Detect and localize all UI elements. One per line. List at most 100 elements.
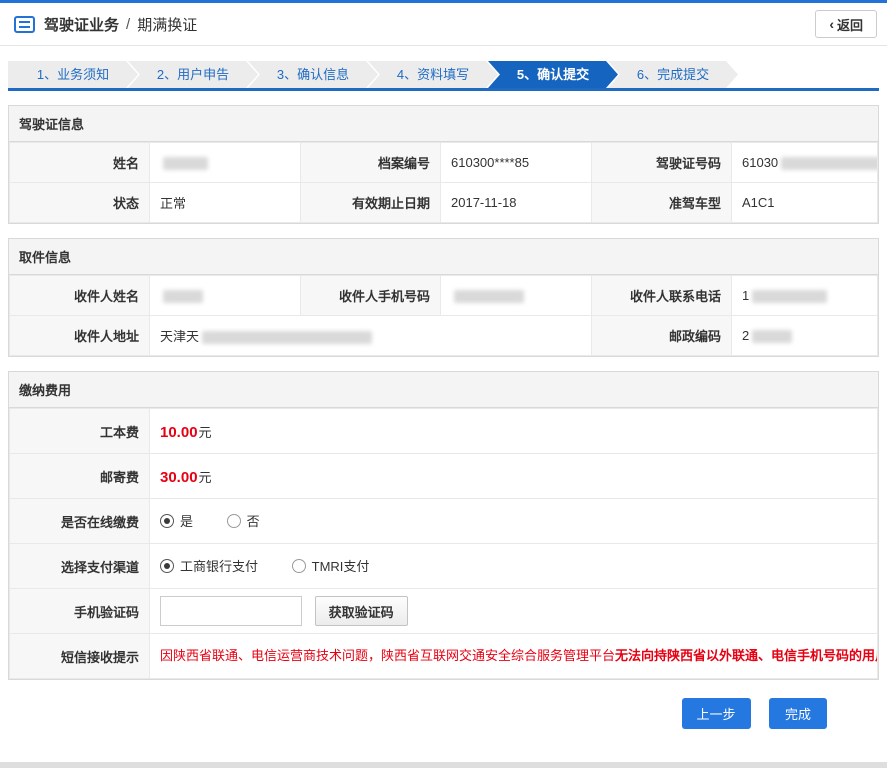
field-value-mailing-fee: 30.00元 — [149, 453, 878, 499]
table-row: 短信接收提示 因陕西省联通、电信运营商技术问题，陕西省互联网交通安全综合服务管理… — [9, 633, 878, 679]
table-row: 收件人姓名 收件人手机号码 收件人联系电话 1 — [9, 275, 878, 316]
table-row: 选择支付渠道 工商银行支付 TMRI支付 — [9, 543, 878, 589]
field-label-online-payment: 是否在线缴费 — [9, 498, 150, 544]
radio-option-icbc[interactable]: 工商银行支付 — [160, 556, 258, 575]
back-button-label: 返回 — [836, 17, 863, 33]
value-prefix: 2 — [742, 327, 750, 343]
value-prefix: 61030 — [742, 154, 779, 170]
field-label-sms-code: 手机验证码 — [9, 588, 150, 634]
field-value-file-number: 610300****85 — [440, 142, 592, 183]
field-value-vehicle-class: A1C1 — [731, 182, 878, 223]
production-fee-amount: 10.00 — [160, 423, 198, 441]
field-label-vehicle-class: 准驾车型 — [591, 182, 732, 223]
field-label-production-fee: 工本费 — [9, 408, 150, 454]
previous-step-button[interactable]: 上一步 — [681, 698, 751, 729]
redacted-value — [202, 331, 373, 345]
table-row: 工本费 10.00元 — [9, 408, 878, 454]
pickup-info-title: 取件信息 — [9, 239, 878, 275]
field-value-recipient-address: 天津天 — [149, 315, 592, 356]
field-label-name: 姓名 — [9, 142, 150, 183]
pickup-info-table: 收件人姓名 收件人手机号码 收件人联系电话 1 收件人地址 天津天 邮政编码 2 — [9, 275, 878, 356]
field-label-status: 状态 — [9, 182, 150, 223]
breadcrumb: 驾驶证业务 / 期满换证 — [14, 14, 197, 35]
value-prefix: 1 — [742, 287, 750, 303]
pickup-info-section: 取件信息 收件人姓名 收件人手机号码 收件人联系电话 1 收件人地址 天津天 邮… — [8, 238, 879, 357]
fees-title: 缴纳费用 — [9, 372, 878, 408]
redacted-value — [752, 290, 828, 304]
get-code-button[interactable]: 获取验证码 — [314, 596, 408, 626]
radio-label-icbc: 工商银行支付 — [180, 559, 259, 575]
field-label-recipient-address: 收件人地址 — [9, 315, 150, 356]
page-title: 驾驶证业务 — [44, 16, 120, 34]
radio-option-yes[interactable]: 是 — [160, 511, 193, 530]
main-content: 驾驶证信息 姓名 档案编号 610300****85 驾驶证号码 61030 状… — [0, 105, 887, 729]
step-tab-4[interactable]: 4、资料填写 — [368, 61, 498, 88]
table-row: 姓名 档案编号 610300****85 驾驶证号码 61030 — [9, 142, 878, 183]
field-label-license-number: 驾驶证号码 — [591, 142, 732, 183]
sms-code-input[interactable] — [160, 596, 302, 626]
redacted-value — [163, 157, 208, 171]
footer-strip — [0, 762, 887, 768]
back-chevron-icon: ‹ — [829, 16, 834, 32]
notice-text-part1: 因陕西省联通、电信运营商技术问题，陕西省互联网交通安全综合服务管理平台 — [160, 648, 616, 664]
field-label-sms-notice: 短信接收提示 — [9, 633, 150, 679]
table-row: 邮寄费 30.00元 — [9, 453, 878, 499]
table-row: 收件人地址 天津天 邮政编码 2 — [9, 315, 878, 356]
radio-label-no: 否 — [246, 514, 260, 530]
field-label-mailing-fee: 邮寄费 — [9, 453, 150, 499]
field-label-file-number: 档案编号 — [300, 142, 441, 183]
redacted-value — [781, 157, 877, 171]
online-payment-options: 是 否 — [149, 498, 878, 544]
step-tab-3[interactable]: 3、确认信息 — [248, 61, 378, 88]
field-value-postal-code: 2 — [731, 315, 878, 356]
radio-unchecked-icon — [226, 513, 241, 528]
mailing-fee-amount: 30.00 — [160, 468, 198, 486]
field-value-recipient-mobile — [440, 275, 592, 316]
step-tab-5-active[interactable]: 5、确认提交 — [488, 61, 618, 88]
field-value-name — [149, 142, 301, 183]
header: 驾驶证业务 / 期满换证 ‹ 返回 — [0, 3, 887, 46]
radio-checked-icon — [160, 513, 174, 528]
payment-channel-options: 工商银行支付 TMRI支付 — [149, 543, 878, 589]
form-actions: 上一步 完成 — [8, 698, 879, 729]
page: 驾驶证业务 / 期满换证 ‹ 返回 1、业务须知 2、用户申告 3、确认信息 4… — [0, 0, 887, 768]
redacted-value — [163, 290, 203, 304]
finish-button[interactable]: 完成 — [769, 698, 827, 729]
redacted-value — [752, 330, 793, 344]
step-tab-6[interactable]: 6、完成提交 — [608, 61, 738, 88]
step-tab-1[interactable]: 1、业务须知 — [8, 61, 138, 88]
value-prefix: 天津天 — [160, 329, 200, 344]
radio-label-yes: 是 — [180, 514, 194, 530]
table-row: 是否在线缴费 是 否 — [9, 498, 878, 544]
sms-code-field: 获取验证码 — [149, 588, 878, 634]
radio-unchecked-icon — [291, 558, 306, 573]
back-button[interactable]: ‹ 返回 — [815, 10, 877, 38]
table-row: 手机验证码 获取验证码 — [9, 588, 878, 634]
field-label-recipient-name: 收件人姓名 — [9, 275, 150, 316]
license-info-section: 驾驶证信息 姓名 档案编号 610300****85 驾驶证号码 61030 状… — [8, 105, 879, 224]
fees-section: 缴纳费用 工本费 10.00元 邮寄费 30.00元 是否在线缴费 是 否 选择… — [8, 371, 879, 680]
mailing-fee-unit: 元 — [198, 469, 212, 485]
field-label-recipient-mobile: 收件人手机号码 — [300, 275, 441, 316]
production-fee-unit: 元 — [198, 424, 212, 440]
field-value-valid-until: 2017-11-18 — [440, 182, 592, 223]
notice-text-bold: 无法向持陕西省以外联通、电信手机号码的用户发送短信 — [615, 648, 876, 664]
page-subtitle: 期满换证 — [137, 16, 198, 34]
breadcrumb-separator: / — [126, 15, 131, 33]
field-value-recipient-name — [149, 275, 301, 316]
field-value-status: 正常 — [149, 182, 301, 223]
form-icon — [14, 15, 35, 33]
field-label-payment-channel: 选择支付渠道 — [9, 543, 150, 589]
sms-notice-text: 因陕西省联通、电信运营商技术问题，陕西省互联网交通安全综合服务管理平台无法向持陕… — [149, 633, 878, 679]
field-label-valid-until: 有效期止日期 — [300, 182, 441, 223]
radio-checked-icon — [160, 558, 174, 573]
redacted-value — [454, 290, 524, 304]
radio-option-no[interactable]: 否 — [226, 511, 260, 530]
field-value-production-fee: 10.00元 — [149, 408, 878, 454]
steps-nav: 1、业务须知 2、用户申告 3、确认信息 4、资料填写 5、确认提交 6、完成提… — [8, 61, 879, 91]
radio-option-tmri[interactable]: TMRI支付 — [291, 556, 370, 575]
radio-label-tmri: TMRI支付 — [311, 559, 370, 575]
step-tab-2[interactable]: 2、用户申告 — [128, 61, 258, 88]
field-label-postal-code: 邮政编码 — [591, 315, 732, 356]
field-value-recipient-phone: 1 — [731, 275, 878, 316]
